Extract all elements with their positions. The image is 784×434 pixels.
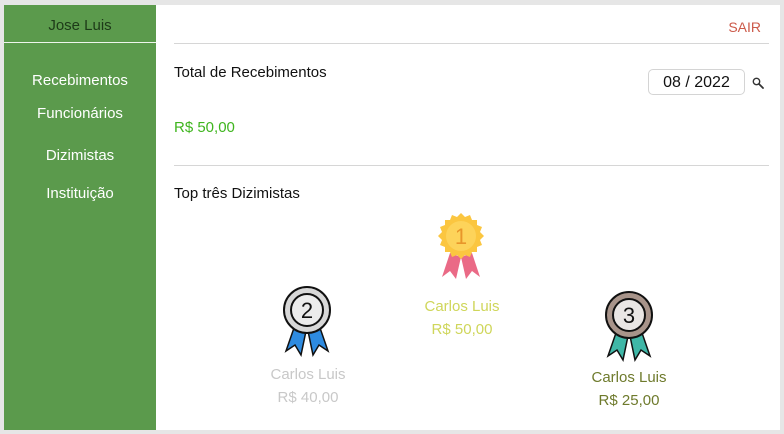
header-divider [174,43,769,44]
sidebar-item-recebimentos[interactable]: Recebimentos [4,72,156,89]
rank-2-card: Carlos Luis R$ 40,00 [238,366,378,406]
sidebar-item-funcionarios[interactable]: Funcionários [4,105,156,122]
rank-2-value: R$ 40,00 [277,389,339,406]
sidebar-user-name: Jose Luis [4,5,156,43]
total-value: R$ 50,00 [174,119,235,136]
rank-2-name: Carlos Luis [270,366,346,383]
sidebar-item-dizimistas[interactable]: Dizimistas [4,147,156,164]
rank-1-value: R$ 50,00 [431,321,493,338]
rank-3-number: 3 [623,303,635,328]
section-divider [174,165,769,166]
sidebar-item-instituicao[interactable]: Instituição [4,185,156,202]
app-window: Jose Luis Recebimentos Funcionários Dizi… [4,5,780,430]
gold-medal-icon: 1 [438,213,484,279]
rank-3-card: Carlos Luis R$ 25,00 [559,369,699,409]
top-title: Top três Dizimistas [174,185,300,202]
rank-1-card: Carlos Luis R$ 50,00 [392,298,532,338]
search-icon[interactable] [752,77,764,89]
rank-2-number: 2 [301,298,313,323]
logout-button[interactable]: SAIR [728,19,761,35]
rank-3-value: R$ 25,00 [598,392,660,409]
rank-1-name: Carlos Luis [424,298,500,315]
rank-3-name: Carlos Luis [591,369,667,386]
summary-title: Total de Recebimentos [174,64,327,81]
main-content: SAIR Total de Recebimentos 08 / 2022 R$ … [156,5,780,430]
silver-medal-icon: 2 [283,286,331,357]
sidebar: Jose Luis Recebimentos Funcionários Dizi… [4,5,156,430]
period-selector[interactable]: 08 / 2022 [648,69,745,95]
bronze-medal-icon: 3 [605,291,653,362]
rank-1-number: 1 [455,224,467,249]
